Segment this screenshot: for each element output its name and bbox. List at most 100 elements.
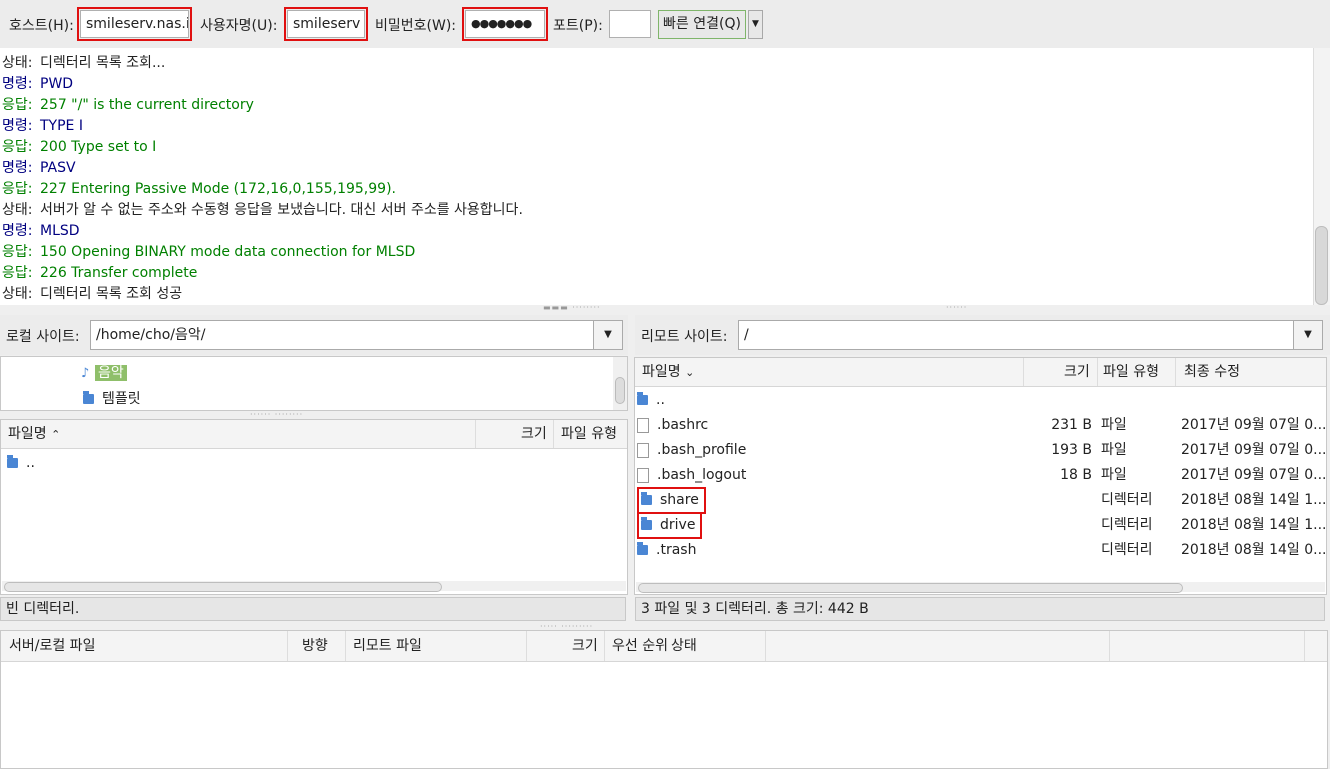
file-name: .bash_profile xyxy=(657,442,747,458)
col-filetype[interactable]: 파일 유형 xyxy=(561,420,617,448)
local-list-hscroll-thumb[interactable] xyxy=(4,582,442,592)
file-name-cell: .trash xyxy=(637,538,696,563)
col-size[interactable]: 크기 xyxy=(572,631,598,661)
col-divider xyxy=(475,420,476,448)
host-input[interactable]: smileserv.nas.i xyxy=(77,7,192,41)
col-filename[interactable]: 파일명 ⌃ xyxy=(8,420,60,449)
log-line-text: 227 Entering Passive Mode (172,16,0,155,… xyxy=(40,181,396,197)
col-direction[interactable]: 방향 xyxy=(302,631,328,661)
col-server-local-file[interactable]: 서버/로컬 파일 xyxy=(9,631,95,661)
log-line-kind: 명령: xyxy=(2,223,33,239)
file-row[interactable]: share 디렉터리 2018년 08월 14일 1... xyxy=(635,487,1327,514)
tree-item-label: 음악 xyxy=(95,365,127,381)
splitter-handle[interactable]: ······ xyxy=(946,303,967,312)
file-row[interactable]: .trash 디렉터리 2018년 08월 14일 0... xyxy=(635,538,1326,563)
remote-list-header: 파일명 ⌄ 크기 파일 유형 최종 수정 xyxy=(635,358,1326,387)
log-line-text: 257 "/" is the current directory xyxy=(40,97,254,113)
log-line-text: 디렉터리 목록 조회 성공 xyxy=(40,286,183,302)
col-divider xyxy=(1304,631,1305,661)
tree-item-templates[interactable]: 템플릿 xyxy=(83,387,141,410)
local-path-dropdown[interactable]: ▼ xyxy=(593,320,623,350)
folder-icon xyxy=(637,392,648,405)
file-modified: 2018년 08월 14일 1... xyxy=(1181,492,1327,508)
folder-icon xyxy=(641,517,652,530)
file-row[interactable]: .bash_profile 193 B 파일 2017년 09월 07일 0... xyxy=(635,438,1327,463)
log-line: 응답: 226 Transfer complete xyxy=(0,263,1313,284)
file-type: 파일 xyxy=(1101,467,1127,483)
col-modified[interactable]: 최종 수정 xyxy=(1184,358,1240,386)
tree-item-music[interactable]: ♪ 음악 xyxy=(81,361,127,386)
log-line-text: 200 Type set to I xyxy=(40,139,157,155)
local-path-combo[interactable]: /home/cho/음악/ xyxy=(90,320,595,350)
log-line: 명령: PWD xyxy=(0,74,1313,95)
chevron-down-icon: ⌄ xyxy=(685,366,695,379)
file-icon xyxy=(637,442,649,458)
file-row[interactable]: drive 디렉터리 2018년 08월 14일 1... xyxy=(635,512,1326,539)
log-line: 명령: TYPE I xyxy=(0,116,1313,137)
file-name-cell: share xyxy=(637,487,706,514)
log-line-kind: 상태: xyxy=(2,55,33,71)
remote-file-list: 파일명 ⌄ 크기 파일 유형 최종 수정 .. .bashrc 231 B 파일 201… xyxy=(634,357,1327,595)
col-divider xyxy=(604,631,605,661)
list-item[interactable]: .. xyxy=(7,451,35,476)
remote-list-hscrollbar[interactable] xyxy=(636,582,1325,593)
file-name-cell: .bashrc xyxy=(637,413,708,438)
col-filetype[interactable]: 파일 유형 xyxy=(1103,358,1159,386)
local-site-bar: 로컬 사이트: /home/cho/음악/ ▼ xyxy=(0,315,628,355)
col-size[interactable]: 크기 xyxy=(1064,358,1090,386)
port-input[interactable] xyxy=(609,10,651,38)
col-divider xyxy=(1023,358,1024,386)
password-input[interactable]: ●●●●●●● xyxy=(462,7,548,41)
col-priority[interactable]: 우선 순위 xyxy=(612,631,668,661)
file-type: 파일 xyxy=(1101,417,1127,433)
log-line: 명령: MLSD xyxy=(0,221,1313,242)
log-line: 명령: PASV xyxy=(0,158,1313,179)
splitter-handle[interactable]: ······ ········ xyxy=(250,410,303,419)
file-modified: 2017년 09월 07일 0... xyxy=(1181,417,1327,433)
file-row[interactable]: .bash_logout 18 B 파일 2017년 09월 07일 0... xyxy=(635,463,1327,488)
local-status: 빈 디렉터리. xyxy=(0,597,626,621)
log-line-kind: 응답: xyxy=(2,244,33,260)
log-scrollbar-thumb[interactable] xyxy=(1315,226,1328,305)
file-name: .bash_logout xyxy=(657,467,747,483)
col-size[interactable]: 크기 xyxy=(521,420,547,448)
chevron-down-icon: ▼ xyxy=(752,19,759,29)
log-line-kind: 응답: xyxy=(2,265,33,281)
log-line: 응답: 257 "/" is the current directory xyxy=(0,95,1313,116)
file-row[interactable]: .. xyxy=(635,388,1326,413)
file-row[interactable]: .bashrc 231 B 파일 2017년 09월 07일 0... xyxy=(635,413,1327,438)
log-line: 응답: 150 Opening BINARY mode data connecti… xyxy=(0,242,1313,263)
file-modified: 2017년 09월 07일 0... xyxy=(1181,442,1327,458)
queue-header: 서버/로컬 파일 방향 리모트 파일 크기 우선 순위 상태 xyxy=(1,631,1327,662)
local-list-hscrollbar[interactable] xyxy=(2,581,626,592)
remote-list-hscroll-thumb[interactable] xyxy=(638,583,1183,593)
username-input[interactable]: smileserv xyxy=(284,7,368,41)
remote-path-combo[interactable]: / xyxy=(738,320,1295,350)
col-filename[interactable]: 파일명 ⌄ xyxy=(642,358,694,387)
folder-icon xyxy=(83,391,94,404)
file-size: 18 B xyxy=(1060,467,1092,483)
file-icon xyxy=(637,417,649,433)
col-divider xyxy=(1109,631,1110,661)
chevron-up-icon: ⌃ xyxy=(51,428,61,441)
music-folder-icon: ♪ xyxy=(81,366,90,381)
remote-site-label: 리모트 사이트: xyxy=(641,329,728,345)
quickconnect-button[interactable]: 빠른 연결(Q) xyxy=(658,10,746,39)
splitter-handle[interactable]: ▬▬▬ ········ xyxy=(543,303,601,312)
remote-status: 3 파일 및 3 디렉터리. 총 크기: 442 B xyxy=(635,597,1325,621)
local-tree-scrollbar[interactable] xyxy=(613,357,627,410)
col-divider xyxy=(526,631,527,661)
log-line-kind: 명령: xyxy=(2,76,33,92)
remote-path-dropdown[interactable]: ▼ xyxy=(1293,320,1323,350)
col-filename-label: 파일명 xyxy=(642,364,681,380)
local-site-label: 로컬 사이트: xyxy=(6,329,80,345)
log-line: 상태: 디렉터리 목록 조회... xyxy=(0,53,1313,74)
log-line-kind: 상태: xyxy=(2,202,33,218)
col-remote-file[interactable]: 리모트 파일 xyxy=(353,631,422,661)
quickconnect-bar: 호스트(H): smileserv.nas.i 사용자명(U): smilese… xyxy=(0,0,1330,49)
quickconnect-dropdown-button[interactable]: ▼ xyxy=(748,10,763,39)
local-tree-scroll-thumb[interactable] xyxy=(615,377,625,404)
user-label: 사용자명(U): xyxy=(200,18,278,34)
file-modified: 2017년 09월 07일 0... xyxy=(1181,467,1327,483)
col-status[interactable]: 상태 xyxy=(671,631,697,661)
